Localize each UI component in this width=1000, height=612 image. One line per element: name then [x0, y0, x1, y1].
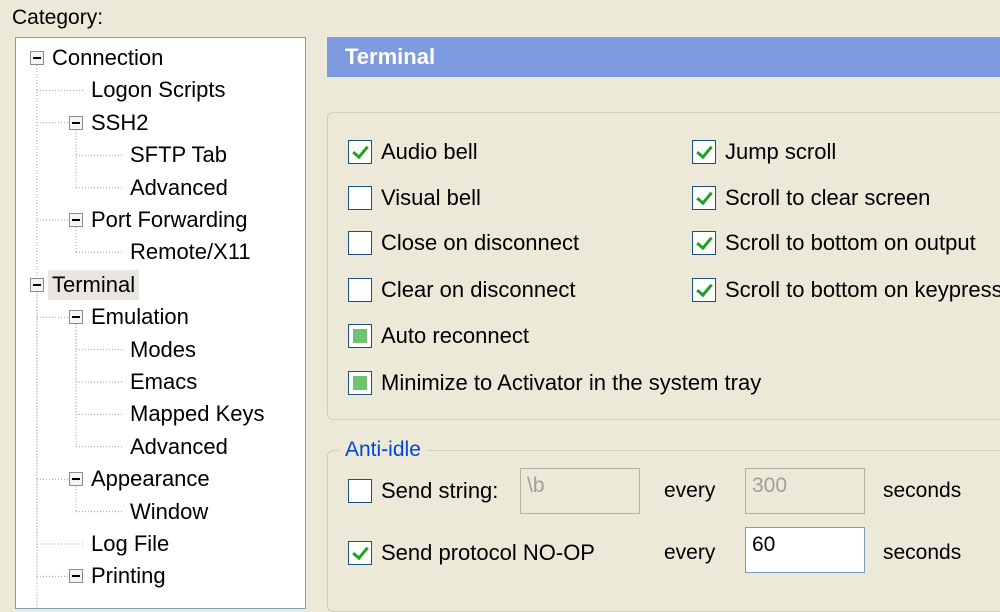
tree-item-emulation[interactable]: Emulation — [16, 302, 305, 332]
tree-item-connection[interactable]: Connection — [16, 43, 305, 73]
tree-item-label: Advanced — [130, 174, 228, 200]
tree-item-label: Window — [130, 498, 209, 524]
tree-item-label: SSH2 — [91, 109, 149, 135]
checkbox-box[interactable] — [348, 140, 372, 164]
checkbox-label: Scroll to bottom on output — [725, 230, 976, 255]
category-tree[interactable]: Connection Logon Scripts SSH2 SFTP Tab Advan… — [15, 37, 306, 609]
anti-idle-group — [327, 450, 1000, 612]
tree-item-advanced[interactable]: Advanced — [16, 432, 305, 462]
checkbox-box[interactable] — [692, 278, 716, 302]
send-noop-seconds-label: seconds — [883, 541, 962, 564]
send-string-seconds-label: seconds — [883, 479, 962, 502]
send-noop-every-label: every — [664, 541, 716, 564]
tree-item-label: Log File — [91, 531, 170, 556]
collapse-toggle-icon[interactable] — [30, 51, 44, 65]
collapse-toggle-icon[interactable] — [69, 472, 83, 487]
checkbox-label: Jump scroll — [725, 139, 837, 164]
tree-item-label: Emacs — [130, 369, 198, 394]
tree-item-window[interactable]: Window — [16, 497, 305, 527]
tree-item-remote-x11[interactable]: Remote/X11 — [16, 237, 305, 267]
anti-idle-legend: Anti-idle — [339, 438, 427, 462]
checkbox-label: Audio bell — [381, 139, 478, 164]
checkbox-box[interactable] — [348, 278, 372, 302]
checkbox-label: Scroll to clear screen — [725, 185, 931, 210]
collapse-toggle-icon[interactable] — [69, 115, 83, 130]
tree-item-printing[interactable]: Printing — [16, 561, 305, 591]
checkbox-box[interactable] — [348, 186, 372, 210]
checkbox-label: Scroll to bottom on keypress — [725, 277, 1000, 302]
tree-item-label: Mapped Keys — [130, 401, 265, 427]
tree-item-label: Advanced — [130, 433, 228, 459]
tree-item-ssh2[interactable]: SSH2 — [16, 108, 305, 138]
tree-item-modes[interactable]: Modes — [16, 335, 305, 365]
checkbox-box[interactable] — [348, 231, 372, 255]
send-string-input[interactable]: \b — [520, 468, 640, 514]
checkbox-label: Minimize to Activator in the system tray — [381, 370, 762, 395]
tree-item-mapped-keys[interactable]: Mapped Keys — [16, 399, 305, 429]
tree-item-label: Modes — [130, 336, 197, 362]
send-string-checkbox-box[interactable] — [348, 479, 372, 503]
checkbox-label: Close on disconnect — [381, 230, 580, 255]
tree-item-label: Connection — [52, 45, 164, 70]
tree-item-logon-scripts[interactable]: Logon Scripts — [16, 75, 305, 105]
send-noop-label: Send protocol NO-OP — [381, 540, 595, 565]
checkbox-label: Auto reconnect — [381, 323, 529, 348]
send-noop-checkbox-box[interactable] — [348, 541, 372, 565]
tree-item-label: Logon Scripts — [91, 77, 226, 103]
collapse-toggle-icon[interactable] — [30, 277, 44, 292]
tree-item-label: Emulation — [91, 304, 189, 330]
tree-item-port-forwarding[interactable]: Port Forwarding — [16, 205, 305, 235]
tree-item-emacs[interactable]: Emacs — [16, 367, 305, 397]
tree-item-log-file[interactable]: Log File — [16, 529, 305, 559]
tree-item-advanced[interactable]: Advanced — [16, 173, 305, 203]
tree-item-label: Port Forwarding — [91, 207, 248, 232]
tree-item-label: Appearance — [91, 466, 210, 492]
send-string-every-label: every — [664, 479, 716, 502]
send-string-label: Send string: — [381, 478, 499, 503]
tree-item-sftp-tab[interactable]: SFTP Tab — [16, 140, 305, 170]
send-noop-interval-input[interactable]: 60 — [745, 527, 865, 573]
checkbox-box[interactable] — [692, 231, 716, 255]
send-string-interval-input[interactable]: 300 — [745, 468, 865, 514]
checkbox-label: Clear on disconnect — [381, 277, 576, 302]
tree-item-label: Printing — [91, 563, 166, 589]
tree-item-terminal[interactable]: Terminal — [16, 269, 305, 300]
tree-item-label: Remote/X11 — [130, 239, 251, 265]
checkbox-label: Visual bell — [381, 185, 481, 210]
category-label: Category: — [12, 6, 104, 29]
tree-item-appearance[interactable]: Appearance — [16, 464, 305, 494]
checkbox-box[interactable] — [692, 140, 716, 164]
checkbox-box[interactable] — [692, 186, 716, 210]
tree-item-label: Terminal — [48, 269, 140, 300]
checkbox-box[interactable] — [348, 324, 372, 348]
checkbox-box[interactable] — [348, 371, 372, 395]
collapse-toggle-icon[interactable] — [69, 569, 83, 584]
tree-item-label: SFTP Tab — [130, 142, 228, 168]
collapse-toggle-icon[interactable] — [69, 213, 83, 227]
panel-title: Terminal — [327, 37, 1000, 77]
collapse-toggle-icon[interactable] — [69, 310, 83, 325]
